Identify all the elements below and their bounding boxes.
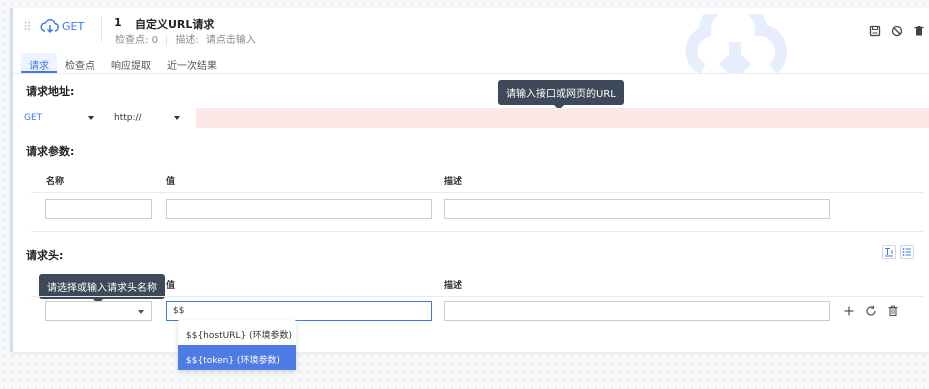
request-tabs: 请求 检查点 响应提取 近一次结果: [21, 53, 225, 73]
tabs-underline: [13, 73, 929, 74]
header-value-input[interactable]: [166, 301, 432, 321]
delete-icon[interactable]: [913, 25, 925, 37]
cloud-watermark-icon: [685, 14, 788, 74]
headers-header-divider: [31, 296, 924, 297]
text-mode-icon: [885, 248, 893, 257]
url-tooltip-text: 请输入接口或网页的URL: [506, 89, 616, 100]
suggestion-item-token[interactable]: $${token} (环境参数): [178, 345, 296, 370]
step-title[interactable]: 自定义URL请求: [135, 16, 214, 32]
method-select-value: GET: [24, 113, 43, 123]
param-value-input[interactable]: [166, 199, 432, 219]
tab-request[interactable]: 请求: [21, 53, 57, 73]
header-divider: [101, 16, 102, 42]
disable-icon[interactable]: [891, 25, 903, 37]
header-value-suggestions: $${hostURL} (环境参数) $${token} (环境参数): [178, 320, 296, 370]
add-icon[interactable]: [843, 305, 855, 317]
chevron-down-icon: [138, 310, 144, 314]
method-select[interactable]: GET: [24, 108, 94, 128]
params-header-divider: [31, 192, 924, 193]
header-desc-header: 描述: [444, 281, 463, 291]
save-icon[interactable]: [869, 25, 881, 37]
header-name-select[interactable]: [45, 301, 152, 321]
tab-last-result[interactable]: 近一次结果: [159, 53, 225, 73]
tab-response-extract[interactable]: 响应提取: [103, 53, 159, 73]
checkpoints-count: 0: [151, 35, 158, 46]
tab-checkpoints[interactable]: 检查点: [57, 53, 103, 73]
header-desc-input[interactable]: [444, 301, 830, 321]
param-desc-input[interactable]: [444, 199, 830, 219]
delete-icon[interactable]: [887, 305, 899, 317]
param-name-header: 名称: [46, 177, 65, 187]
meta-divider: [166, 35, 168, 45]
param-desc-header: 描述: [444, 177, 463, 187]
param-value-header: 值: [166, 177, 176, 187]
checkpoints-label: 检查点:: [115, 35, 149, 46]
chevron-down-icon: [88, 116, 94, 120]
refresh-icon[interactable]: [865, 305, 877, 317]
chevron-down-icon: [174, 116, 180, 120]
header-row-actions: [843, 305, 899, 317]
url-input[interactable]: [196, 108, 929, 128]
list-mode-icon: [902, 248, 911, 256]
step-header[interactable]: ⠿ GET 1 自定义URL请求 检查点: 0 描述: 请点击输入: [13, 8, 929, 74]
header-name-tooltip-text: 请选择或输入请求头名称: [47, 283, 157, 294]
url-tooltip: 请输入接口或网页的URL: [498, 80, 624, 110]
method-badge: GET: [62, 20, 85, 33]
description-label: 描述:: [175, 35, 199, 46]
list-mode-button[interactable]: [900, 245, 914, 259]
protocol-select-value: http://: [114, 113, 142, 123]
step-card: ⠿ GET 1 自定义URL请求 检查点: 0 描述: 请点击输入 请求 检查点…: [10, 8, 929, 352]
request-headers-label: 请求头:: [26, 249, 64, 262]
step-meta: 检查点: 0 描述: 请点击输入: [115, 31, 256, 46]
protocol-select[interactable]: http://: [114, 108, 184, 128]
params-bottom-divider: [31, 231, 924, 232]
url-row: GET http://: [21, 108, 929, 128]
drag-handle-icon[interactable]: ⠿: [23, 20, 32, 34]
headers-view-toggle: [882, 245, 914, 259]
text-mode-button[interactable]: [882, 245, 896, 259]
suggestion-item-hosturl[interactable]: $${hostURL} (环境参数): [178, 320, 296, 345]
request-params-label: 请求参数:: [26, 145, 75, 158]
header-value-header: 值: [166, 281, 176, 291]
request-url-label: 请求地址:: [26, 85, 75, 98]
param-name-input[interactable]: [45, 199, 152, 219]
step-number: 1: [114, 16, 122, 29]
description-input[interactable]: 请点击输入: [206, 35, 256, 46]
cloud-request-icon: [40, 19, 59, 34]
header-actions: [869, 25, 925, 37]
